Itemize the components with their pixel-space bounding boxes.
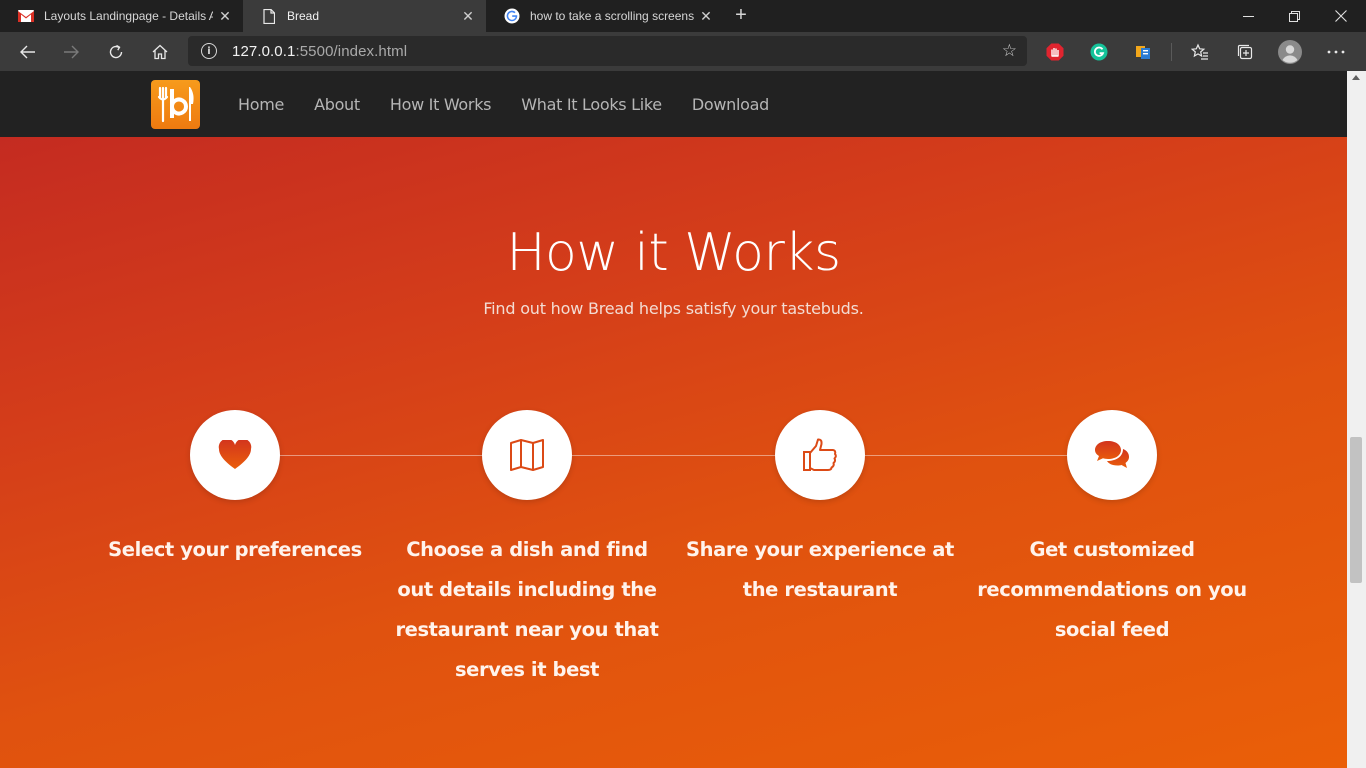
tab-title: how to take a scrolling screensho bbox=[530, 9, 694, 23]
page-icon bbox=[261, 8, 277, 24]
step-1-circle bbox=[190, 410, 280, 500]
tab-title: Bread bbox=[287, 9, 320, 23]
step-3-text: Share your experience at the restaurant bbox=[686, 538, 954, 601]
favorite-star-icon[interactable]: ☆ bbox=[1002, 41, 1017, 61]
map-icon bbox=[510, 439, 544, 471]
more-menu-icon[interactable] bbox=[1326, 42, 1346, 62]
close-tab-icon[interactable]: ✕ bbox=[213, 8, 237, 25]
scroll-up-arrow-icon[interactable] bbox=[1352, 75, 1360, 80]
adblock-extension-icon[interactable] bbox=[1045, 42, 1065, 62]
browser-toolbar: i 127.0.0.1:5500/index.html ☆ bbox=[0, 32, 1366, 71]
section-subtitle: Find out how Bread helps satisfy your ta… bbox=[483, 299, 864, 318]
browser-tab-strip: Layouts Landingpage - Details Ar ✕ Bread… bbox=[0, 0, 1366, 32]
nav-what-it-looks-like[interactable]: What It Looks Like bbox=[521, 95, 662, 114]
chat-bubbles-icon bbox=[1095, 441, 1129, 468]
tab-bread[interactable]: Bread ✕ bbox=[243, 0, 486, 32]
thumbs-up-icon bbox=[803, 438, 837, 471]
tab-title: Layouts Landingpage - Details Ar bbox=[44, 9, 213, 23]
site-info-icon[interactable]: i bbox=[201, 43, 217, 59]
restore-button[interactable] bbox=[1271, 0, 1317, 32]
heart-icon bbox=[218, 440, 252, 469]
nav-download[interactable]: Download bbox=[692, 95, 769, 114]
step-4-text: Get customized recommendations on you so… bbox=[977, 538, 1247, 641]
nav-about[interactable]: About bbox=[314, 95, 360, 114]
close-window-button[interactable] bbox=[1318, 0, 1364, 32]
step-1-text: Select your preferences bbox=[108, 538, 362, 561]
step-2-circle bbox=[482, 410, 572, 500]
section-title: How it Works bbox=[506, 223, 841, 283]
new-tab-button[interactable]: + bbox=[730, 4, 752, 28]
gmail-icon bbox=[18, 8, 34, 24]
collections-icon[interactable] bbox=[1235, 42, 1255, 62]
grammarly-extension-icon[interactable] bbox=[1089, 42, 1109, 62]
bread-logo[interactable] bbox=[151, 80, 200, 129]
step-4-circle bbox=[1067, 410, 1157, 500]
office-extension-icon[interactable] bbox=[1133, 42, 1153, 62]
refresh-button[interactable] bbox=[102, 38, 130, 66]
scrollbar-thumb[interactable] bbox=[1350, 437, 1362, 583]
close-tab-icon[interactable]: ✕ bbox=[456, 8, 480, 25]
tab-gmail[interactable]: Layouts Landingpage - Details Ar ✕ bbox=[0, 0, 243, 32]
how-it-works-section: How it Works Find out how Bread helps sa… bbox=[0, 137, 1347, 768]
minimize-button[interactable] bbox=[1225, 0, 1271, 32]
nav-how-it-works[interactable]: How It Works bbox=[390, 95, 492, 114]
back-button[interactable] bbox=[14, 38, 42, 66]
favorites-icon[interactable] bbox=[1190, 42, 1210, 62]
close-tab-icon[interactable]: ✕ bbox=[694, 8, 718, 25]
address-bar[interactable]: i 127.0.0.1:5500/index.html ☆ bbox=[188, 36, 1027, 66]
forward-button[interactable] bbox=[57, 38, 85, 66]
url-text: 127.0.0.1:5500/index.html bbox=[232, 42, 408, 60]
site-navbar: Home About How It Works What It Looks Li… bbox=[0, 71, 1347, 137]
google-icon bbox=[504, 8, 520, 24]
step-3-circle bbox=[775, 410, 865, 500]
home-button[interactable] bbox=[146, 38, 174, 66]
toolbar-divider bbox=[1171, 43, 1172, 61]
profile-avatar[interactable] bbox=[1277, 39, 1303, 65]
steps-connector-line bbox=[235, 455, 1112, 456]
tab-google-search[interactable]: how to take a scrolling screensho ✕ bbox=[486, 0, 724, 32]
step-2-text: Choose a dish and find out details inclu… bbox=[395, 538, 659, 681]
page-viewport: Home About How It Works What It Looks Li… bbox=[0, 71, 1347, 768]
nav-home[interactable]: Home bbox=[238, 95, 284, 114]
site-nav-links: Home About How It Works What It Looks Li… bbox=[238, 71, 799, 137]
page-scrollbar[interactable] bbox=[1347, 71, 1366, 768]
